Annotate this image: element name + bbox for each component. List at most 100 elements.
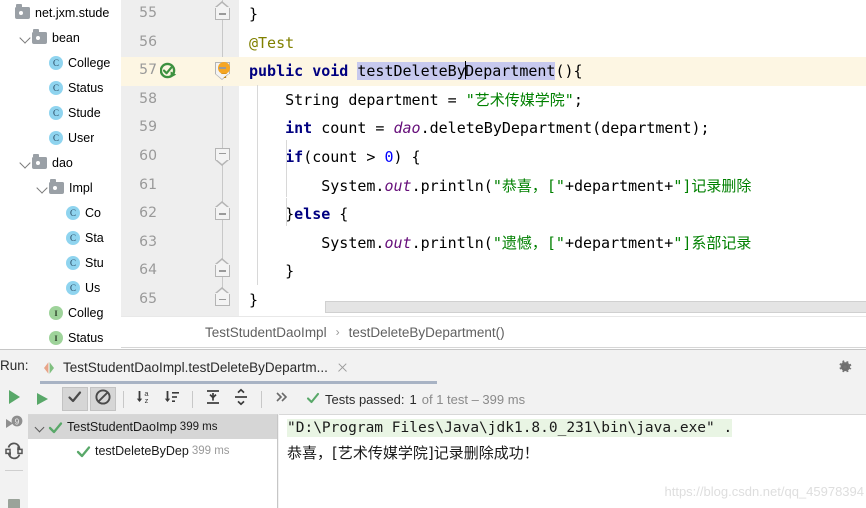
gutter-line-62[interactable]: 62	[121, 200, 239, 229]
console-command-line: "D:\Program Files\Java\jdk1.8.0_231\bin\…	[287, 419, 733, 437]
class-icon: C	[49, 55, 63, 70]
chevron-down-icon[interactable]	[32, 419, 48, 435]
sort-duration-icon	[163, 388, 181, 411]
interface-icon: I	[49, 305, 63, 320]
line-number: 61	[139, 176, 157, 193]
tree-item-net-jxm-stude[interactable]: net.jxm.stude	[0, 0, 121, 25]
tests-passed-detail: of 1 test – 399 ms	[421, 391, 526, 407]
rerun-failed-tests-button[interactable]: 9	[4, 414, 24, 434]
code-line-64[interactable]: }	[239, 257, 866, 286]
toolbar-separator	[261, 390, 262, 408]
gutter-line-56[interactable]: 56	[121, 29, 239, 58]
test-results-tree[interactable]: TestStudentDaoImp 399 ms testDeleteByDep 39…	[28, 414, 278, 508]
code-line-60[interactable]: if(count > 0) {	[239, 143, 866, 172]
test-passed-check-icon	[76, 444, 91, 459]
class-icon: C	[66, 255, 80, 270]
tree-item-bean[interactable]: bean	[0, 25, 121, 50]
line-number: 62	[139, 205, 157, 222]
run-side-bottom	[0, 490, 28, 508]
gutter-line-65[interactable]: 65	[121, 286, 239, 315]
sort-by-duration-button[interactable]	[159, 387, 185, 411]
tree-item-label: Impl	[69, 180, 93, 195]
play-icon	[4, 390, 24, 411]
tree-item-us[interactable]: C Us	[0, 275, 121, 300]
tree-item-user[interactable]: C User	[0, 125, 121, 150]
gear-icon[interactable]	[836, 358, 854, 376]
tree-item-stu[interactable]: C Stu	[0, 250, 121, 275]
rerun-play-button[interactable]	[29, 387, 55, 411]
tree-item-sta[interactable]: C Sta	[0, 225, 121, 250]
indent-guide	[286, 140, 287, 197]
test-tree-row[interactable]: TestStudentDaoImp 399 ms	[28, 415, 277, 439]
gutter-line-59[interactable]: 59	[121, 114, 239, 143]
expand-all-button[interactable]	[200, 387, 226, 411]
tree-item-dao[interactable]: dao	[0, 150, 121, 175]
toggle-auto-test-button[interactable]	[4, 441, 24, 461]
code-line-59[interactable]: int count = dao.deleteByDepartment(depar…	[239, 114, 866, 143]
gutter-line-63[interactable]: 63	[121, 229, 239, 258]
code-line-56[interactable]: @Test	[239, 29, 866, 58]
rerun-button[interactable]	[4, 387, 24, 407]
tests-passed-count: 1	[409, 391, 417, 407]
project-tree-panel[interactable]: net.jxm.stude bean C College C Status C Stude C U…	[0, 0, 121, 348]
toolbar-separator	[123, 390, 124, 408]
gutter-line-61[interactable]: 61	[121, 172, 239, 201]
indent-guide	[286, 198, 287, 226]
tree-item-college[interactable]: C College	[0, 50, 121, 75]
run-configuration-tab[interactable]: TestStudentDaoImpl.testDeleteByDepartm..…	[38, 354, 355, 381]
close-icon[interactable]	[336, 361, 349, 374]
collapse-all-button[interactable]	[228, 387, 254, 411]
tree-item-label: Stude	[68, 105, 101, 120]
code-line-63[interactable]: System.out.println("遗憾，["+department+"]系…	[239, 229, 866, 258]
line-number: 59	[139, 119, 157, 136]
line-number: 55	[139, 5, 157, 21]
tree-item-impl[interactable]: Impl	[0, 175, 121, 200]
more-options-button[interactable]	[269, 387, 295, 411]
code-line-58[interactable]: String department = "艺术传媒学院";	[239, 86, 866, 115]
chevron-down-icon[interactable]	[36, 181, 49, 194]
console-output[interactable]: "D:\Program Files\Java\jdk1.8.0_231\bin\…	[279, 414, 866, 508]
test-results-toolbar[interactable]: a z Tests passed: 1 of 1 test – 399 ms	[28, 384, 866, 414]
interface-icon: I	[49, 330, 63, 345]
chevron-down-icon[interactable]	[19, 31, 32, 44]
editor-gutter[interactable]: 555657585960616263646566	[121, 0, 239, 336]
sort-alphabetically-button[interactable]: az	[131, 387, 157, 411]
tree-item-label: Stu	[85, 255, 104, 270]
tree-item-co[interactable]: C Co	[0, 200, 121, 225]
breadcrumb-class[interactable]: TestStudentDaoImpl	[205, 325, 327, 340]
code-line-55[interactable]: }	[239, 0, 866, 29]
test-tree-row[interactable]: testDeleteByDep 399 ms	[28, 439, 277, 463]
code-line-57[interactable]: public void testDeleteByDepartment(){	[239, 57, 866, 86]
tree-item-label: Co	[85, 205, 101, 220]
gutter-line-64[interactable]: 64	[121, 257, 239, 286]
breadcrumb-method[interactable]: testDeleteByDepartment()	[349, 325, 505, 340]
line-number: 60	[139, 147, 157, 164]
gutter-line-60[interactable]: 60	[121, 143, 239, 172]
code-text-area[interactable]: } @Test public void testDeleteByDepartment…	[239, 0, 866, 316]
gutter-line-55[interactable]: 55	[121, 0, 239, 29]
tree-item-status[interactable]: I Status	[0, 325, 121, 348]
fold-dash	[219, 13, 226, 15]
line-number: 57	[139, 62, 157, 79]
gutter-line-57[interactable]: 57	[121, 57, 239, 86]
gutter-line-58[interactable]: 58	[121, 86, 239, 115]
chevron-double-right-icon	[273, 388, 291, 411]
run-window-label: Run:	[0, 358, 29, 373]
tree-item-stude[interactable]: C Stude	[0, 100, 121, 125]
tree-item-colleg[interactable]: I Colleg	[0, 300, 121, 325]
editor-horizontal-scrollbar[interactable]	[325, 301, 866, 313]
tree-item-status[interactable]: C Status	[0, 75, 121, 100]
run-test-green-icon[interactable]	[159, 62, 177, 79]
show-passed-button[interactable]	[62, 387, 88, 411]
test-name: TestStudentDaoImp	[67, 420, 177, 434]
code-line-62[interactable]: }else {	[239, 200, 866, 229]
check-icon	[66, 388, 84, 411]
show-ignored-button[interactable]	[90, 387, 116, 411]
code-line-61[interactable]: System.out.println("恭喜，["+department+"]记…	[239, 172, 866, 201]
chevron-down-icon[interactable]	[19, 156, 32, 169]
run-tool-window: Run: TestStudentDaoImpl.testDeleteByDepa…	[0, 349, 866, 508]
folder-icon	[15, 4, 30, 19]
